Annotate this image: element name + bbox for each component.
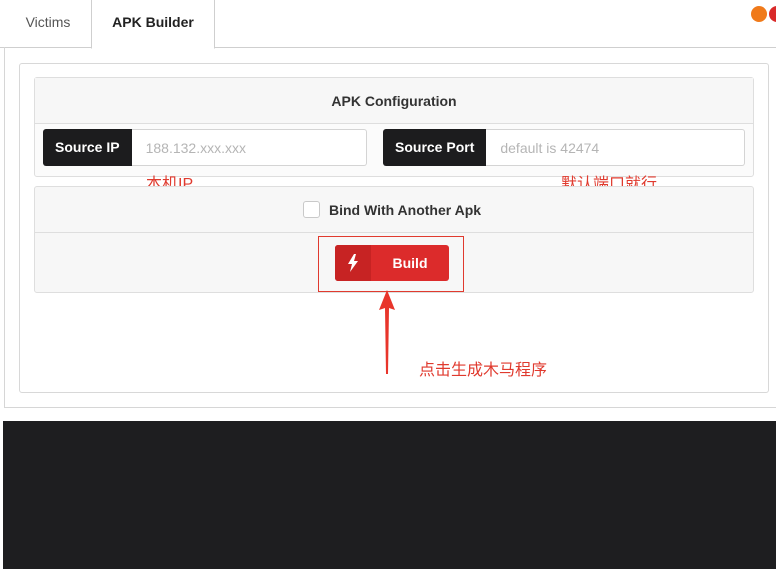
lightning-bolt-icon: [335, 245, 371, 281]
source-port-input[interactable]: [486, 129, 745, 166]
build-button[interactable]: Build: [335, 245, 449, 281]
apk-configuration-heading: APK Configuration: [35, 78, 753, 124]
orange-dot-icon[interactable]: [751, 6, 767, 22]
red-dot-icon[interactable]: [769, 6, 776, 22]
source-port-label: Source Port: [383, 129, 487, 166]
window-controls: [751, 6, 776, 22]
tab-victims[interactable]: Victims: [6, 0, 90, 48]
bind-apk-label[interactable]: Bind With Another Apk: [329, 187, 481, 233]
source-ip-label: Source IP: [43, 129, 132, 166]
arrow-up-icon: [379, 290, 395, 374]
source-ip-input[interactable]: [131, 129, 367, 166]
source-port-group: Source Port: [383, 129, 745, 166]
build-button-label: Build: [392, 255, 428, 271]
build-annotation: 点击生成木马程序: [419, 362, 548, 379]
bind-apk-checkbox[interactable]: [303, 201, 320, 218]
tab-apk-builder[interactable]: APK Builder: [91, 0, 215, 49]
bind-row: Bind With Another Apk: [35, 187, 753, 233]
console-panel: [3, 421, 776, 569]
source-ip-group: Source IP: [43, 129, 367, 166]
tab-bar: Victims APK Builder: [0, 0, 776, 49]
